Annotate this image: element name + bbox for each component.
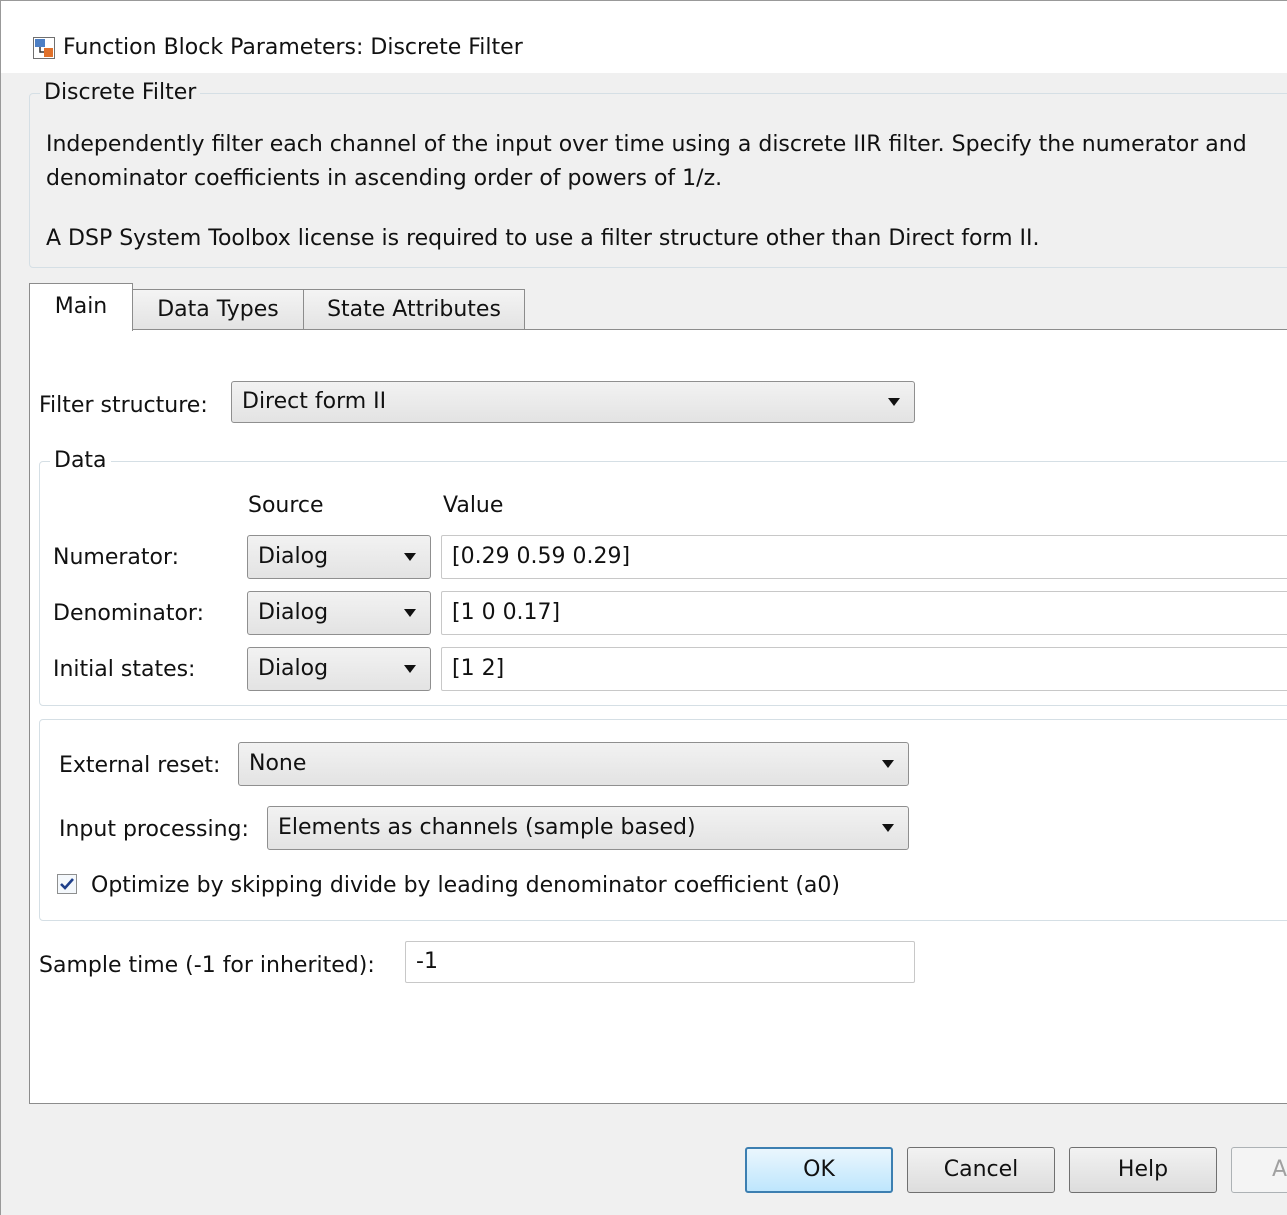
description-line-2: denominator coefficients in ascending or… (46, 166, 723, 191)
dropdown-arrow-icon (404, 665, 416, 673)
filter-structure-dropdown[interactable]: Direct form II (231, 381, 915, 423)
dialog-window: Function Block Parameters: Discrete Filt… (0, 0, 1287, 1215)
source-header: Source (248, 493, 324, 518)
numerator-label: Numerator: (53, 545, 180, 570)
title-bar[interactable]: Function Block Parameters: Discrete Filt… (1, 1, 1287, 73)
numerator-source-value: Dialog (258, 544, 329, 569)
tab-main[interactable]: Main (29, 283, 133, 331)
tab-data-types[interactable]: Data Types (132, 289, 304, 329)
window-title: Function Block Parameters: Discrete Filt… (63, 35, 523, 60)
description-legend: Discrete Filter (40, 80, 201, 105)
tab-state-attributes[interactable]: State Attributes (303, 289, 525, 329)
input-processing-value: Elements as channels (sample based) (278, 815, 696, 840)
sample-time-field[interactable]: -1 (405, 941, 915, 983)
denominator-source-dropdown[interactable]: Dialog (247, 591, 431, 635)
input-processing-dropdown[interactable]: Elements as channels (sample based) (267, 806, 909, 850)
numerator-value-field[interactable]: [0.29 0.59 0.29] (441, 535, 1287, 579)
dropdown-arrow-icon (882, 760, 894, 768)
ok-button[interactable]: OK (745, 1147, 893, 1193)
description-group: Discrete Filter Independently filter eac… (29, 80, 1287, 268)
dropdown-arrow-icon (404, 609, 416, 617)
numerator-source-dropdown[interactable]: Dialog (247, 535, 431, 579)
input-processing-label: Input processing: (59, 817, 249, 842)
sample-time-label: Sample time (-1 for inherited): (39, 953, 375, 978)
external-reset-value: None (249, 751, 307, 776)
description-line-3: A DSP System Toolbox license is required… (46, 226, 1040, 251)
filter-structure-label: Filter structure: (39, 393, 208, 418)
initial-states-value-field[interactable]: [1 2] (441, 647, 1287, 691)
filter-structure-value: Direct form II (242, 389, 387, 414)
main-tab-panel (29, 329, 1287, 1104)
dropdown-arrow-icon (888, 398, 900, 406)
external-reset-label: External reset: (59, 753, 221, 778)
initial-states-source-dropdown[interactable]: Dialog (247, 647, 431, 691)
value-header: Value (443, 493, 504, 518)
optimize-checkbox-label[interactable]: Optimize by skipping divide by leading d… (91, 873, 840, 898)
dropdown-arrow-icon (404, 553, 416, 561)
checkmark-icon (60, 878, 74, 890)
denominator-source-value: Dialog (258, 600, 329, 625)
data-group-legend: Data (50, 448, 111, 473)
apply-button[interactable]: A (1231, 1147, 1287, 1193)
optimize-checkbox[interactable] (57, 874, 77, 894)
dropdown-arrow-icon (882, 824, 894, 832)
cancel-button[interactable]: Cancel (907, 1147, 1055, 1193)
denominator-value-field[interactable]: [1 0 0.17] (441, 591, 1287, 635)
simulink-block-icon (33, 37, 55, 59)
description-line-1: Independently filter each channel of the… (46, 132, 1247, 157)
denominator-label: Denominator: (53, 601, 205, 626)
help-button[interactable]: Help (1069, 1147, 1217, 1193)
initial-states-source-value: Dialog (258, 656, 329, 681)
external-reset-dropdown[interactable]: None (238, 742, 909, 786)
initial-states-label: Initial states: (53, 657, 196, 682)
